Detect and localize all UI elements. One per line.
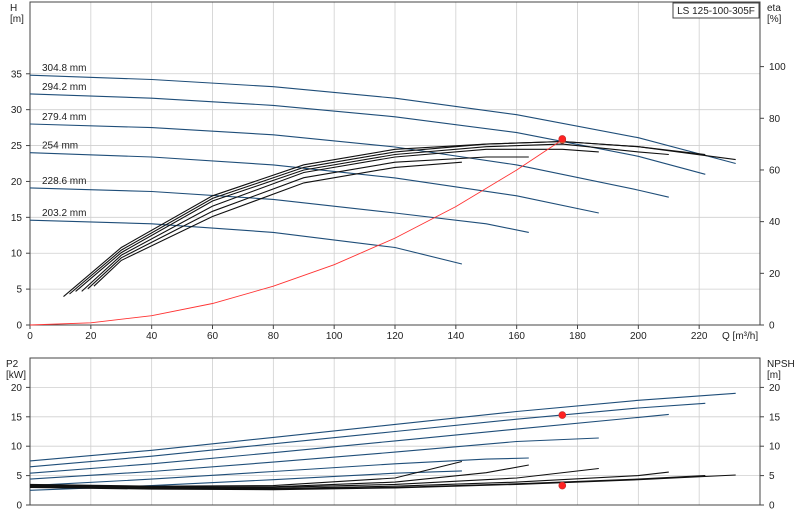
series-label: 279.4 mm <box>42 112 86 123</box>
series-label: 254 mm <box>42 141 78 152</box>
y-axis-label: H <box>10 3 17 14</box>
x-tick-label: 80 <box>268 331 280 342</box>
y-tick-label: 35 <box>11 69 23 80</box>
y2-axis-label: [%] <box>767 14 782 25</box>
operating-point <box>558 481 567 490</box>
series-line <box>63 140 736 298</box>
y-tick-label: 10 <box>11 249 23 260</box>
x-tick-label: 120 <box>387 331 404 342</box>
series-line <box>29 74 736 165</box>
y-axis-label: P2 <box>6 359 19 370</box>
y2-tick-label: 100 <box>769 62 786 73</box>
y-axis-label: [m] <box>10 14 24 25</box>
x-tick-label: 200 <box>630 331 647 342</box>
y-tick-label: 30 <box>11 105 23 116</box>
operating-point <box>558 411 567 419</box>
series-line <box>29 392 736 462</box>
series-line <box>29 219 463 265</box>
series-label: 228.6 mm <box>42 176 86 187</box>
y-tick-label: 15 <box>11 412 23 423</box>
x-tick-label: 160 <box>508 331 525 342</box>
y2-axis-label: NPSH <box>767 359 795 370</box>
series-line <box>29 402 706 468</box>
y2-tick-label: 20 <box>769 269 781 280</box>
y-tick-label: 20 <box>11 177 23 188</box>
series-line <box>69 140 706 295</box>
y2-tick-label: 40 <box>769 217 781 228</box>
y-tick-label: 0 <box>16 501 22 512</box>
x-tick-label: 140 <box>447 331 464 342</box>
y2-tick-label: 15 <box>769 412 781 423</box>
series-line <box>87 156 529 290</box>
series-line <box>29 123 669 198</box>
series-line <box>29 93 706 175</box>
y2-tick-label: 5 <box>769 471 775 482</box>
y-axis-label: [kW] <box>6 370 26 381</box>
x-tick-label: 220 <box>691 331 708 342</box>
pump-performance-chart: 051015202530350204060801000 20 40 60 80 100 12… <box>6 1 795 512</box>
y-tick-label: 20 <box>11 383 23 394</box>
series-label: 294.2 mm <box>42 82 86 93</box>
y2-tick-label: 60 <box>769 165 781 176</box>
series-label: 203.2 mm <box>42 208 86 219</box>
x-tick-label: 100 <box>326 331 343 342</box>
x-tick-label: 0 <box>27 331 33 342</box>
chart-title: LS 125-100-305F <box>677 6 755 17</box>
y2-tick-label: 20 <box>769 383 781 394</box>
x-tick-label: 20 <box>85 331 97 342</box>
series-line <box>81 148 599 292</box>
y2-tick-label: 0 <box>769 501 775 512</box>
y2-axis-label: [m] <box>767 370 781 381</box>
y-tick-label: 0 <box>16 321 22 332</box>
y2-tick-label: 10 <box>769 442 781 453</box>
series-line <box>29 413 669 474</box>
y2-tick-label: 0 <box>769 321 775 332</box>
x-axis-label: Q [m³/h] <box>722 331 758 342</box>
y-tick-label: 15 <box>11 213 23 224</box>
series-line <box>29 187 529 233</box>
y-tick-label: 5 <box>16 285 22 296</box>
y-tick-label: 5 <box>16 471 22 482</box>
series-label: 304.8 mm <box>42 63 86 74</box>
x-tick-label: 60 <box>207 331 219 342</box>
y-tick-label: 25 <box>11 141 23 152</box>
x-tick-label: 180 <box>569 331 586 342</box>
y2-axis-label: eta <box>767 3 781 14</box>
y2-tick-label: 80 <box>769 114 781 125</box>
x-tick-label: 40 <box>146 331 158 342</box>
y-tick-label: 10 <box>11 442 23 453</box>
operating-point <box>558 135 567 143</box>
